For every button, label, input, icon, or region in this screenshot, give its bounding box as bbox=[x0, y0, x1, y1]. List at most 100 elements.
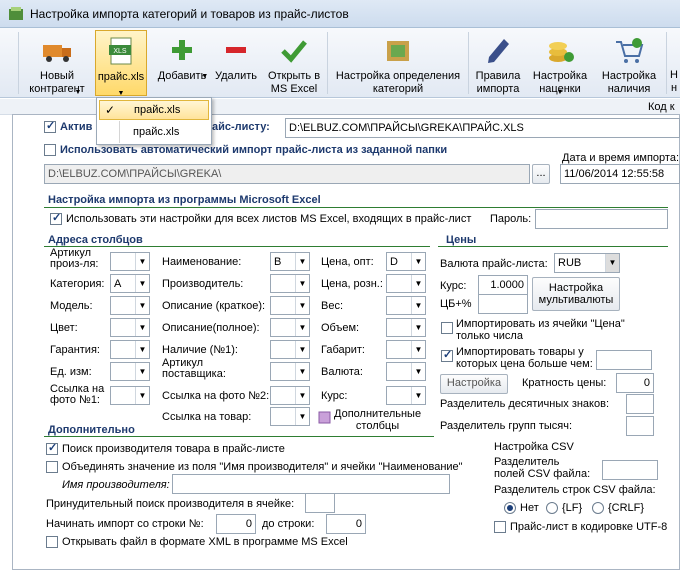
decimal-separator-label: Разделитель десятичных знаков: bbox=[440, 398, 610, 410]
toolbar: Новый контрагент ▼ XLS прайс.xls ▼ Добав… bbox=[0, 28, 680, 98]
delete-label: Удалить bbox=[215, 70, 257, 82]
delete-button[interactable]: Удалить bbox=[212, 30, 260, 96]
csv-sep-crlf-radio[interactable] bbox=[592, 502, 604, 514]
import-numbers-only-checkbox[interactable] bbox=[441, 322, 453, 334]
stock-settings-button[interactable]: Настройка наличия bbox=[596, 30, 662, 96]
manufacturer-column-select[interactable]: ▼ bbox=[270, 274, 310, 293]
supplier-article-label: Артикул поставщика: bbox=[162, 357, 226, 380]
product-link-column-select[interactable]: ▼ bbox=[270, 407, 310, 426]
price-file-path-input[interactable]: D:\ELBUZ.COM\ПРАЙСЫ\GREKA\ПРАЙС.XLS bbox=[285, 118, 680, 138]
open-xml-label: Открывать файл в формате XML в программе… bbox=[62, 536, 348, 548]
toolbar-overflow-2: н bbox=[671, 82, 678, 94]
open-excel-button[interactable]: Открыть в MS Excel bbox=[264, 30, 324, 96]
name-column-select[interactable]: B ▼ bbox=[270, 252, 310, 271]
decimal-separator-input[interactable] bbox=[626, 394, 654, 414]
article-label: Артикул произ-ля: bbox=[50, 247, 99, 270]
csv-field-separator-input[interactable] bbox=[602, 460, 658, 480]
additional-section-title: Дополнительно bbox=[48, 424, 135, 436]
full-description-column-select[interactable]: ▼ bbox=[270, 318, 310, 337]
price-multiplicity-input[interactable]: 0 bbox=[616, 373, 654, 393]
csv-sep-none-label: Нет bbox=[520, 502, 539, 514]
utf8-checkbox[interactable] bbox=[494, 521, 506, 533]
dropdown-item[interactable]: прайс.xls bbox=[99, 123, 209, 143]
group-separator-input[interactable] bbox=[626, 416, 654, 436]
csv-section-title: Настройка CSV bbox=[494, 441, 574, 453]
prices-section-title: Цены bbox=[446, 234, 477, 246]
product-link-label: Ссылка на товар: bbox=[162, 411, 252, 423]
truck-icon bbox=[43, 45, 71, 62]
price-file-button[interactable]: XLS прайс.xls ▼ bbox=[95, 30, 147, 97]
import-date-input[interactable]: 11/06/2014 12:55:58 bbox=[560, 164, 680, 184]
search-manufacturer-checkbox[interactable] bbox=[46, 441, 58, 455]
start-row-input[interactable]: 0 bbox=[216, 514, 256, 534]
dropdown-item-selected[interactable]: ✓ прайс.xls bbox=[99, 100, 209, 120]
manufacturer-name-label: Имя производителя: bbox=[62, 479, 170, 491]
price-file-dropdown-menu: ✓ прайс.xls прайс.xls bbox=[96, 97, 212, 145]
manufacturer-name-input[interactable] bbox=[172, 474, 450, 494]
combine-fields-checkbox[interactable] bbox=[46, 461, 58, 473]
article-column-select[interactable]: ▼ bbox=[110, 252, 150, 271]
stock-column-select[interactable]: ▼ bbox=[270, 340, 310, 359]
active-checkbox[interactable] bbox=[44, 119, 56, 133]
plus-icon bbox=[172, 40, 192, 60]
markup-settings-button[interactable]: Настройка наценки ▼ bbox=[529, 30, 591, 96]
currency-column-select[interactable]: ▼ bbox=[386, 362, 426, 381]
photo1-column-select[interactable]: ▼ bbox=[110, 386, 150, 405]
end-row-input[interactable]: 0 bbox=[326, 514, 366, 534]
photo2-column-select[interactable]: ▼ bbox=[270, 386, 310, 405]
category-column-select[interactable]: A ▼ bbox=[110, 274, 150, 293]
cb-percent-input[interactable] bbox=[478, 294, 528, 314]
unit-column-select[interactable]: ▼ bbox=[110, 362, 150, 381]
title-bar: Настройка импорта категорий и товаров из… bbox=[0, 0, 680, 28]
supplier-article-column-select[interactable]: ▼ bbox=[270, 362, 310, 381]
model-column-select[interactable]: ▼ bbox=[110, 296, 150, 315]
use-all-sheets-checkbox[interactable] bbox=[50, 211, 62, 225]
add-button[interactable]: Добавить ▼ bbox=[152, 30, 212, 96]
volume-label: Объем: bbox=[321, 322, 360, 334]
rate-input[interactable]: 1.0000 bbox=[478, 275, 528, 295]
price-file-label: прайс.xls bbox=[97, 71, 145, 83]
volume-column-select[interactable]: ▼ bbox=[386, 318, 426, 337]
price-settings-button[interactable]: Настройка bbox=[440, 374, 508, 394]
category-settings-button[interactable]: Настройка определения категорий bbox=[330, 30, 466, 96]
short-description-column-select[interactable]: ▼ bbox=[270, 296, 310, 315]
color-column-select[interactable]: ▼ bbox=[110, 318, 150, 337]
weight-column-select[interactable]: ▼ bbox=[386, 296, 426, 315]
forced-search-input[interactable] bbox=[305, 493, 335, 513]
cb-percent-label: ЦБ+% bbox=[440, 298, 472, 310]
import-rules-button[interactable]: Правила импорта bbox=[471, 30, 525, 96]
minus-icon bbox=[226, 47, 246, 53]
import-price-greater-checkbox[interactable] bbox=[441, 348, 453, 362]
min-price-input[interactable] bbox=[596, 350, 652, 370]
warranty-column-select[interactable]: ▼ bbox=[110, 340, 150, 359]
open-xml-checkbox[interactable] bbox=[46, 536, 58, 548]
open-excel-label: Открыть в MS Excel bbox=[267, 70, 321, 95]
photo2-label: Ссылка на фото №2: bbox=[162, 390, 270, 402]
csv-sep-lf-radio[interactable] bbox=[546, 502, 558, 514]
extra-columns-icon[interactable] bbox=[318, 411, 331, 424]
use-all-sheets-label: Использовать эти настройки для всех лист… bbox=[66, 213, 472, 225]
multi-currency-button[interactable]: Настройка мультивалюты bbox=[532, 277, 620, 311]
csv-sep-none-radio[interactable] bbox=[504, 502, 516, 514]
browse-folder-button[interactable]: ... bbox=[532, 164, 550, 184]
category-settings-label: Настройка определения категорий bbox=[335, 70, 461, 95]
size-label: Габарит: bbox=[321, 344, 365, 356]
rate-column-label: Курс: bbox=[321, 390, 348, 402]
size-column-select[interactable]: ▼ bbox=[386, 340, 426, 359]
retail-price-column-select[interactable]: ▼ bbox=[386, 274, 426, 293]
csv-row-separator-label: Разделитель строк CSV файла: bbox=[494, 484, 656, 496]
extra-columns-link[interactable]: Дополнительные столбцы bbox=[334, 408, 421, 432]
new-contractor-button[interactable]: Новый контрагент ▼ bbox=[22, 30, 92, 96]
price-currency-select[interactable]: RUB ▼ bbox=[554, 253, 620, 273]
auto-import-folder-input[interactable]: D:\ELBUZ.COM\ПРАЙСЫ\GREKA\ bbox=[44, 164, 530, 184]
weight-label: Вес: bbox=[321, 300, 344, 312]
svg-text:XLS: XLS bbox=[113, 48, 127, 55]
password-input[interactable] bbox=[535, 209, 668, 229]
search-manufacturer-label: Поиск производителя товара в прайс-листе bbox=[62, 443, 285, 455]
chevron-down-icon: ▼ bbox=[556, 89, 564, 96]
rate-column-select[interactable]: ▼ bbox=[386, 386, 426, 405]
auto-import-checkbox[interactable] bbox=[44, 144, 56, 156]
chevron-down-icon: ▼ bbox=[74, 89, 82, 96]
start-row-label: Начинать импорт со строки №: bbox=[46, 518, 204, 530]
wholesale-price-column-select[interactable]: D ▼ bbox=[386, 252, 426, 271]
